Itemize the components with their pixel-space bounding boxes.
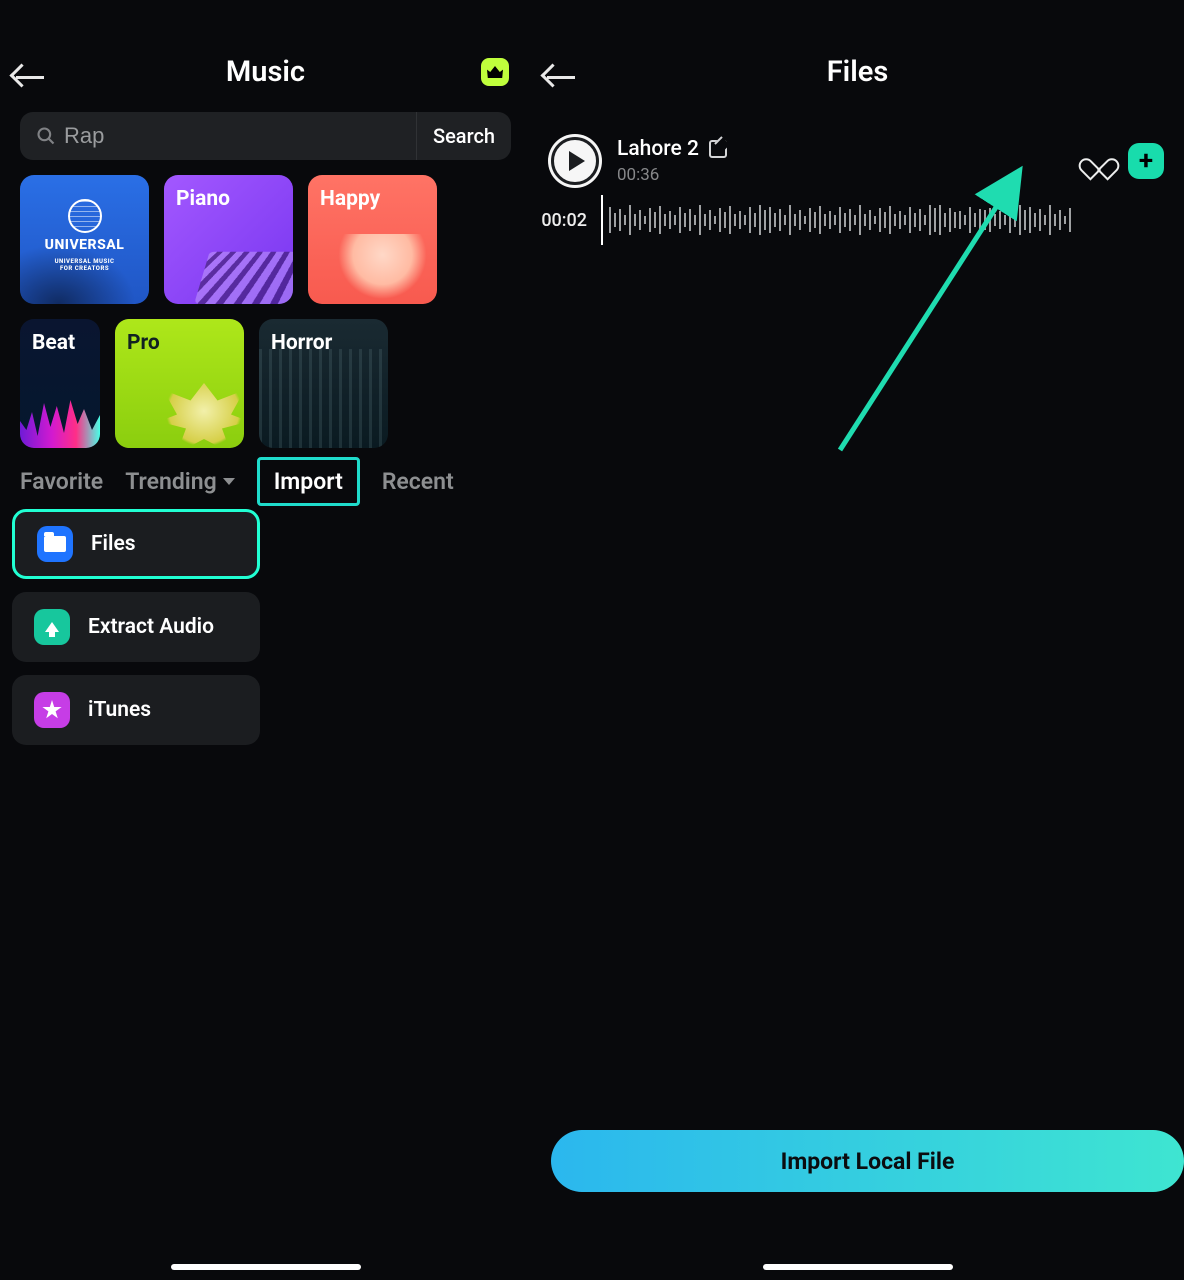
premium-button[interactable] [481, 58, 509, 86]
import-itunes[interactable]: iTunes [12, 675, 260, 745]
track-info: Lahore 2 00:36 [617, 137, 1068, 185]
chevron-down-icon [223, 478, 235, 485]
category-happy[interactable]: Happy [308, 175, 437, 304]
waveform-row: 00:02 [531, 195, 1184, 245]
back-button-music[interactable] [16, 57, 56, 87]
import-itunes-label: iTunes [88, 698, 151, 722]
category-grid: UNIVERSAL UNIVERSAL MUSIC FOR CREATORS P… [0, 175, 531, 448]
tab-recent[interactable]: Recent [382, 468, 454, 495]
track-row: Lahore 2 00:36 + [531, 112, 1184, 195]
search-button[interactable]: Search [416, 112, 511, 160]
import-files[interactable]: Files [12, 509, 260, 579]
home-indicator[interactable] [171, 1264, 361, 1270]
edit-icon[interactable] [709, 140, 727, 158]
import-local-button[interactable]: Import Local File [551, 1130, 1184, 1192]
star-icon [34, 692, 70, 728]
back-button-files[interactable] [547, 57, 587, 87]
tab-trending-label: Trending [125, 468, 217, 495]
folder-icon [37, 526, 73, 562]
category-universal[interactable]: UNIVERSAL UNIVERSAL MUSIC FOR CREATORS [20, 175, 149, 304]
page-title-files: Files [827, 55, 889, 89]
back-arrow-icon [547, 65, 575, 79]
tab-favorite[interactable]: Favorite [20, 468, 103, 495]
search-input[interactable] [64, 123, 416, 149]
add-track-button[interactable]: + [1128, 143, 1164, 179]
waveform[interactable] [601, 195, 1184, 245]
search-icon [36, 126, 56, 146]
tab-trending[interactable]: Trending [125, 468, 235, 495]
search-bar[interactable]: Search [20, 112, 511, 160]
category-pro[interactable]: Pro [115, 319, 244, 448]
category-piano[interactable]: Piano [164, 175, 293, 304]
universal-logo: UNIVERSAL UNIVERSAL MUSIC FOR CREATORS [40, 199, 130, 272]
source-tabs: Favorite Trending Import Recent [0, 448, 531, 509]
upload-icon [34, 609, 70, 645]
category-label: Beat [32, 331, 75, 355]
category-label: Horror [271, 331, 332, 355]
crown-icon [487, 66, 503, 78]
category-horror[interactable]: Horror [259, 319, 388, 448]
import-sources: Files Extract Audio iTunes [0, 509, 531, 745]
home-indicator[interactable] [763, 1264, 953, 1270]
play-icon [569, 151, 585, 171]
favorite-button[interactable] [1086, 149, 1110, 173]
plus-icon: + [1139, 146, 1153, 176]
track-name: Lahore 2 [617, 137, 699, 161]
category-label: Piano [176, 187, 230, 211]
back-arrow-icon [16, 65, 44, 79]
import-local-label: Import Local File [781, 1148, 955, 1175]
category-label: Happy [320, 187, 380, 211]
category-beat[interactable]: Beat [20, 319, 100, 448]
tab-import[interactable]: Import [257, 457, 360, 506]
import-extract-audio[interactable]: Extract Audio [12, 592, 260, 662]
import-extract-label: Extract Audio [88, 615, 214, 639]
page-title-music: Music [226, 55, 305, 89]
scrub-time: 00:02 [531, 210, 587, 231]
track-duration: 00:36 [617, 165, 1068, 185]
play-button[interactable] [551, 137, 599, 185]
category-label: Pro [127, 331, 160, 355]
import-files-label: Files [91, 532, 136, 556]
